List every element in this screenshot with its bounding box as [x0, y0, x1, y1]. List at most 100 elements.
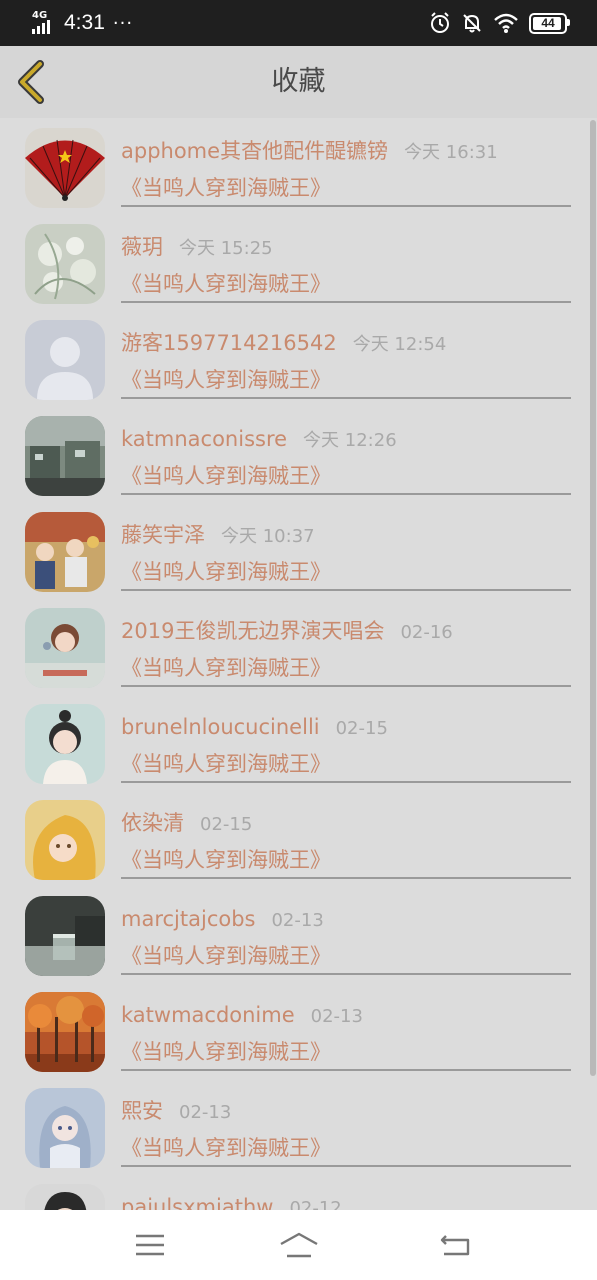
- timestamp: 02-15: [335, 718, 388, 739]
- timestamp: 今天 16:31: [404, 142, 498, 163]
- divider: [121, 1069, 571, 1071]
- avatar[interactable]: [25, 704, 105, 784]
- avatar[interactable]: [25, 224, 105, 304]
- item-header: 依染清 02-15: [121, 806, 252, 840]
- user-name[interactable]: 熙安: [121, 1099, 163, 1123]
- book-title[interactable]: 《当鸣人穿到海贼王》: [121, 748, 331, 778]
- item-header: 熙安 02-13: [121, 1094, 231, 1128]
- divider: [121, 493, 571, 495]
- timestamp: 02-12: [289, 1198, 342, 1210]
- return-button[interactable]: [438, 1230, 474, 1260]
- item-header: paiulsxmiathw 02-12: [121, 1190, 342, 1210]
- item-header: 游客1597714216542 今天 12:54: [121, 326, 446, 360]
- user-name[interactable]: katwmacdonime: [121, 1003, 295, 1027]
- list-item[interactable]: 2019王俊凯无边界演天唱会 02-16 《当鸣人穿到海贼王》: [0, 598, 597, 694]
- mute-bell-icon: [463, 14, 481, 33]
- avatar[interactable]: [25, 320, 105, 400]
- home-button[interactable]: [278, 1230, 320, 1260]
- avatar[interactable]: [25, 992, 105, 1072]
- divider: [121, 589, 571, 591]
- book-title[interactable]: 《当鸣人穿到海贼王》: [121, 652, 331, 682]
- status-bar: 4G 4:31 ··· 44: [0, 0, 597, 46]
- user-name[interactable]: marcjtajcobs: [121, 907, 255, 931]
- user-name[interactable]: katmnaconissre: [121, 427, 287, 451]
- divider: [121, 1165, 571, 1167]
- list-item[interactable]: 游客1597714216542 今天 12:54 《当鸣人穿到海贼王》: [0, 310, 597, 406]
- user-name[interactable]: apphome其杳他配件醍镳镑: [121, 139, 388, 163]
- list-item[interactable]: 熙安 02-13 《当鸣人穿到海贼王》: [0, 1078, 597, 1174]
- list-item[interactable]: apphome其杳他配件醍镳镑 今天 16:31 《当鸣人穿到海贼王》: [0, 118, 597, 214]
- timestamp: 02-13: [310, 1006, 363, 1027]
- book-title[interactable]: 《当鸣人穿到海贼王》: [121, 1036, 331, 1066]
- timestamp: 02-13: [271, 910, 324, 931]
- book-title[interactable]: 《当鸣人穿到海贼王》: [121, 364, 331, 394]
- avatar[interactable]: [25, 896, 105, 976]
- book-title[interactable]: 《当鸣人穿到海贼王》: [121, 460, 331, 490]
- list-item[interactable]: katmnaconissre 今天 12:26 《当鸣人穿到海贼王》: [0, 406, 597, 502]
- scrollbar[interactable]: [590, 120, 596, 1076]
- battery-level: 44: [541, 15, 555, 30]
- user-name[interactable]: 2019王俊凯无边界演天唱会: [121, 619, 384, 643]
- item-header: katmnaconissre 今天 12:26: [121, 422, 397, 456]
- wifi-icon: [494, 13, 518, 33]
- book-title[interactable]: 《当鸣人穿到海贼王》: [121, 172, 331, 202]
- timestamp: 02-15: [200, 814, 253, 835]
- divider: [121, 685, 571, 687]
- divider: [121, 205, 571, 207]
- user-name[interactable]: brunelnloucucinelli: [121, 715, 320, 739]
- avatar[interactable]: [25, 1184, 105, 1210]
- list-item[interactable]: 薇玥 今天 15:25 《当鸣人穿到海贼王》: [0, 214, 597, 310]
- user-name[interactable]: 薇玥: [121, 235, 163, 259]
- avatar[interactable]: [25, 1088, 105, 1168]
- item-header: apphome其杳他配件醍镳镑 今天 16:31: [121, 134, 498, 168]
- avatar[interactable]: [25, 800, 105, 880]
- book-title[interactable]: 《当鸣人穿到海贼王》: [121, 1132, 331, 1162]
- item-header: marcjtajcobs 02-13: [121, 902, 324, 936]
- list-item[interactable]: 藤笑宇泽 今天 10:37 《当鸣人穿到海贼王》: [0, 502, 597, 598]
- user-name[interactable]: 游客1597714216542: [121, 331, 337, 355]
- avatar[interactable]: [25, 128, 105, 208]
- item-header: 藤笑宇泽 今天 10:37: [121, 518, 315, 552]
- item-header: katwmacdonime 02-13: [121, 998, 363, 1032]
- status-left: 4G 4:31 ···: [32, 9, 133, 37]
- battery-icon: 44: [529, 12, 570, 34]
- menu-button[interactable]: [132, 1230, 168, 1260]
- avatar[interactable]: [25, 512, 105, 592]
- divider: [121, 301, 571, 303]
- more-notifications-icon: ···: [112, 12, 134, 34]
- timestamp: 今天 12:26: [303, 430, 397, 451]
- status-time: 4:31: [64, 11, 105, 34]
- return-icon: [440, 1235, 470, 1256]
- timestamp: 今天 12:54: [352, 334, 447, 355]
- list-item[interactable]: 依染清 02-15 《当鸣人穿到海贼王》: [0, 790, 597, 886]
- list-item[interactable]: katwmacdonime 02-13 《当鸣人穿到海贼王》: [0, 982, 597, 1078]
- user-name[interactable]: 依染清: [121, 811, 184, 835]
- book-title[interactable]: 《当鸣人穿到海贼王》: [121, 556, 331, 586]
- book-title[interactable]: 《当鸣人穿到海贼王》: [121, 940, 331, 970]
- book-title[interactable]: 《当鸣人穿到海贼王》: [121, 844, 331, 874]
- divider: [121, 877, 571, 879]
- list-item[interactable]: brunelnloucucinelli 02-15 《当鸣人穿到海贼王》: [0, 694, 597, 790]
- title-bar: 收藏: [0, 46, 597, 118]
- list-item[interactable]: paiulsxmiathw 02-12: [0, 1174, 597, 1210]
- item-header: brunelnloucucinelli 02-15: [121, 710, 388, 744]
- menu-icon: [136, 1234, 164, 1256]
- timestamp: 今天 15:25: [179, 238, 273, 259]
- item-header: 薇玥 今天 15:25: [121, 230, 273, 264]
- signal-icon: 4G: [32, 9, 58, 37]
- avatar[interactable]: [25, 416, 105, 496]
- book-title[interactable]: 《当鸣人穿到海贼王》: [121, 268, 331, 298]
- system-nav-bar: [0, 1210, 597, 1280]
- favorites-list[interactable]: apphome其杳他配件醍镳镑 今天 16:31 《当鸣人穿到海贼王》 薇玥 今天 …: [0, 118, 597, 1210]
- timestamp: 今天 10:37: [221, 526, 315, 547]
- list-item[interactable]: marcjtajcobs 02-13 《当鸣人穿到海贼王》: [0, 886, 597, 982]
- home-icon: [280, 1232, 318, 1258]
- page-title: 收藏: [271, 66, 326, 97]
- item-header: 2019王俊凯无边界演天唱会 02-16: [121, 614, 453, 648]
- divider: [121, 973, 571, 975]
- divider: [121, 781, 571, 783]
- user-name[interactable]: paiulsxmiathw: [121, 1195, 273, 1210]
- alarm-icon: [431, 12, 449, 33]
- user-name[interactable]: 藤笑宇泽: [121, 523, 205, 547]
- avatar[interactable]: [25, 608, 105, 688]
